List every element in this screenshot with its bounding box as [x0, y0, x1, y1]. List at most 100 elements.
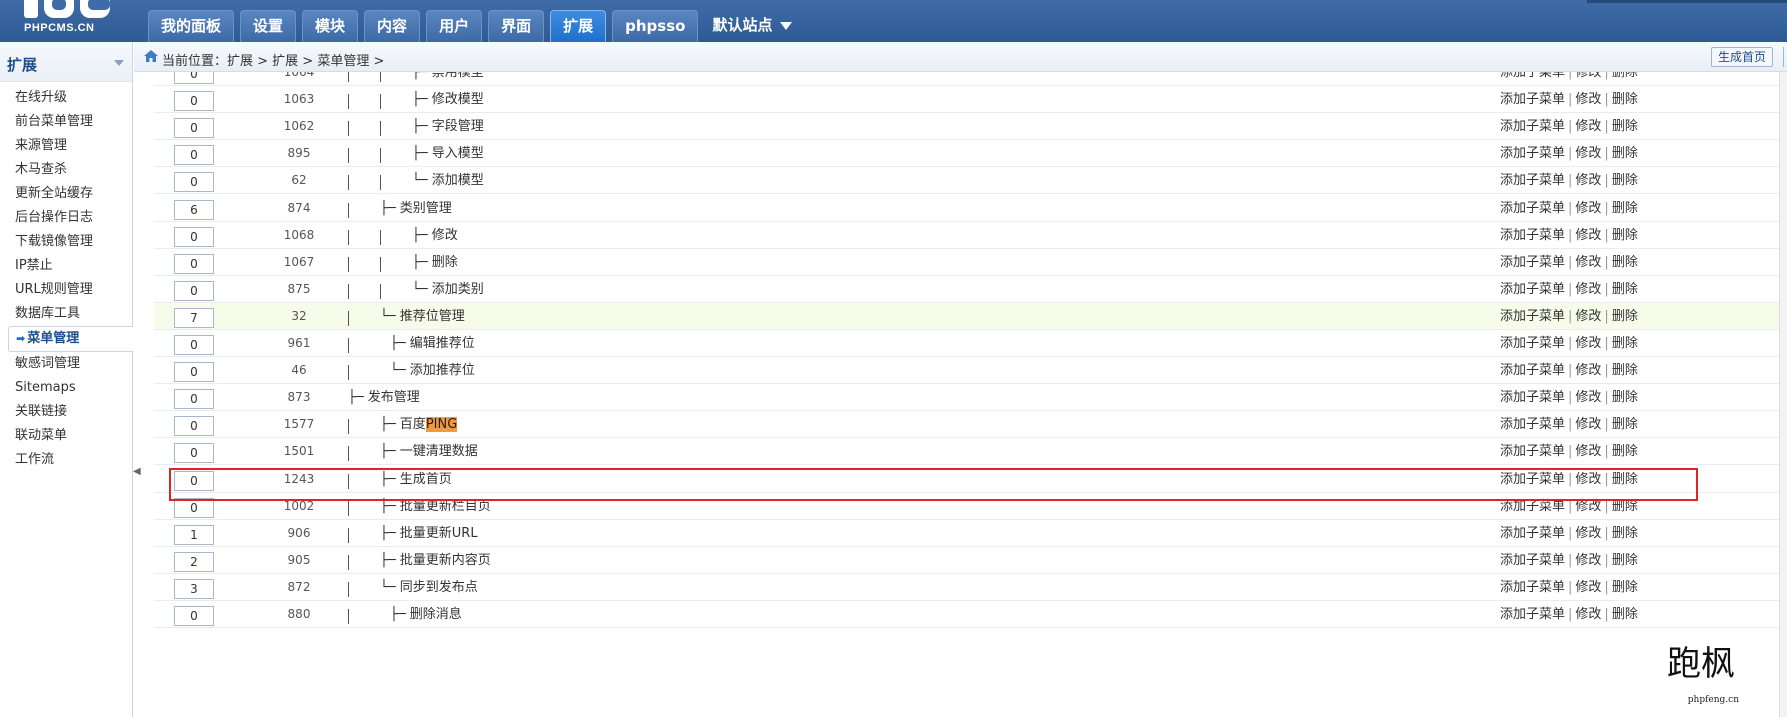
- edit-link[interactable]: 修改: [1575, 173, 1601, 188]
- add-submenu-link[interactable]: 添加子菜单: [1500, 417, 1565, 432]
- listorder-input[interactable]: 0: [174, 118, 214, 139]
- sidebar-item-database-tools[interactable]: 数据库工具: [0, 302, 132, 326]
- edit-link[interactable]: 修改: [1575, 92, 1601, 107]
- generate-home-button[interactable]: 生成首页: [1710, 47, 1773, 67]
- sidebar-item-front-menu[interactable]: 前台菜单管理: [0, 110, 132, 134]
- tab-users[interactable]: 用户: [426, 10, 483, 42]
- delete-link[interactable]: 删除: [1612, 553, 1638, 568]
- sidebar-item-source[interactable]: 来源管理: [0, 134, 132, 158]
- add-submenu-link[interactable]: 添加子菜单: [1500, 444, 1565, 459]
- tab-interface[interactable]: 界面: [488, 10, 545, 42]
- listorder-input[interactable]: 3: [174, 578, 214, 599]
- listorder-input[interactable]: 0: [174, 606, 214, 626]
- delete-link[interactable]: 删除: [1612, 119, 1638, 134]
- add-submenu-link[interactable]: 添加子菜单: [1500, 201, 1565, 216]
- sidebar-item-online-upgrade[interactable]: 在线升级: [0, 86, 132, 110]
- add-submenu-link[interactable]: 添加子菜单: [1500, 173, 1565, 188]
- delete-link[interactable]: 删除: [1612, 146, 1638, 161]
- sidebar-item-url-rules[interactable]: URL规则管理: [0, 278, 132, 302]
- delete-link[interactable]: 删除: [1612, 390, 1638, 405]
- delete-link[interactable]: 删除: [1612, 255, 1638, 270]
- add-submenu-link[interactable]: 添加子菜单: [1500, 309, 1565, 324]
- delete-link[interactable]: 删除: [1612, 282, 1638, 297]
- listorder-input[interactable]: 2: [174, 551, 214, 572]
- tab-my-panel[interactable]: 我的面板: [148, 10, 235, 42]
- edit-link[interactable]: 修改: [1575, 607, 1601, 622]
- listorder-input[interactable]: 0: [174, 416, 214, 437]
- delete-link[interactable]: 删除: [1612, 173, 1638, 188]
- add-submenu-link[interactable]: 添加子菜单: [1500, 282, 1565, 297]
- sidebar-item-linkage[interactable]: 联动菜单: [0, 424, 132, 448]
- site-selector[interactable]: 默认站点: [704, 10, 799, 42]
- sidebar-item-update-cache[interactable]: 更新全站缓存: [0, 182, 132, 206]
- edit-link[interactable]: 修改: [1575, 228, 1601, 243]
- listorder-input[interactable]: 0: [174, 253, 214, 274]
- delete-link[interactable]: 删除: [1612, 526, 1638, 541]
- vertical-scrollbar[interactable]: [1779, 72, 1787, 717]
- edit-link[interactable]: 修改: [1575, 444, 1601, 459]
- edit-link[interactable]: 修改: [1575, 336, 1601, 351]
- tab-extensions[interactable]: 扩展: [550, 10, 607, 42]
- logo[interactable]: PHPCMS.CN: [20, 0, 116, 40]
- delete-link[interactable]: 删除: [1612, 336, 1638, 351]
- add-submenu-link[interactable]: 添加子菜单: [1500, 607, 1565, 622]
- listorder-input[interactable]: 7: [174, 307, 214, 328]
- listorder-input[interactable]: 0: [174, 145, 214, 166]
- sidebar-item-trojan-scan[interactable]: 木马查杀: [0, 158, 132, 182]
- collapse-caret-icon[interactable]: [114, 60, 124, 66]
- add-submenu-link[interactable]: 添加子菜单: [1500, 336, 1565, 351]
- listorder-input[interactable]: 0: [174, 280, 214, 301]
- delete-link[interactable]: 删除: [1612, 92, 1638, 107]
- add-submenu-link[interactable]: 添加子菜单: [1500, 390, 1565, 405]
- listorder-input[interactable]: 0: [174, 362, 214, 383]
- edit-link[interactable]: 修改: [1575, 72, 1601, 80]
- delete-link[interactable]: 删除: [1612, 72, 1638, 80]
- edit-link[interactable]: 修改: [1575, 526, 1601, 541]
- edit-link[interactable]: 修改: [1575, 282, 1601, 297]
- edit-link[interactable]: 修改: [1575, 255, 1601, 270]
- add-submenu-link[interactable]: 添加子菜单: [1500, 119, 1565, 134]
- listorder-input[interactable]: 1: [174, 524, 214, 545]
- add-submenu-link[interactable]: 添加子菜单: [1500, 580, 1565, 595]
- delete-link[interactable]: 删除: [1612, 201, 1638, 216]
- add-submenu-link[interactable]: 添加子菜单: [1500, 92, 1565, 107]
- sidebar-item-sitemaps[interactable]: Sitemaps: [0, 376, 132, 400]
- tab-modules[interactable]: 模块: [302, 10, 359, 42]
- delete-link[interactable]: 删除: [1612, 309, 1638, 324]
- sidebar-item-badword[interactable]: 敏感词管理: [0, 352, 132, 376]
- delete-link[interactable]: 删除: [1612, 363, 1638, 378]
- edit-link[interactable]: 修改: [1575, 309, 1601, 324]
- sidebar-item-ip-ban[interactable]: IP禁止: [0, 254, 132, 278]
- sidebar-item-keylink[interactable]: 关联链接: [0, 400, 132, 424]
- tab-content[interactable]: 内容: [364, 10, 421, 42]
- sidebar-item-download-mirror[interactable]: 下载镜像管理: [0, 230, 132, 254]
- listorder-input[interactable]: 0: [174, 443, 214, 464]
- listorder-input[interactable]: 0: [174, 172, 214, 193]
- edit-link[interactable]: 修改: [1575, 417, 1601, 432]
- tab-phpsso[interactable]: phpsso: [612, 10, 699, 42]
- sidebar-title[interactable]: 扩展: [0, 42, 132, 82]
- add-submenu-link[interactable]: 添加子菜单: [1500, 526, 1565, 541]
- add-submenu-link[interactable]: 添加子菜单: [1500, 553, 1565, 568]
- delete-link[interactable]: 删除: [1612, 607, 1638, 622]
- edit-link[interactable]: 修改: [1575, 580, 1601, 595]
- add-submenu-link[interactable]: 添加子菜单: [1500, 255, 1565, 270]
- edit-link[interactable]: 修改: [1575, 119, 1601, 134]
- listorder-input[interactable]: 0: [174, 72, 214, 84]
- listorder-input[interactable]: 0: [174, 389, 214, 410]
- delete-link[interactable]: 删除: [1612, 444, 1638, 459]
- edit-link[interactable]: 修改: [1575, 363, 1601, 378]
- edit-link[interactable]: 修改: [1575, 553, 1601, 568]
- delete-link[interactable]: 删除: [1612, 228, 1638, 243]
- tab-settings[interactable]: 设置: [240, 10, 297, 42]
- listorder-input[interactable]: 6: [174, 199, 214, 220]
- add-submenu-link[interactable]: 添加子菜单: [1500, 72, 1565, 80]
- edit-link[interactable]: 修改: [1575, 390, 1601, 405]
- listorder-input[interactable]: 0: [174, 335, 214, 355]
- sidebar-item-admin-log[interactable]: 后台操作日志: [0, 206, 132, 230]
- listorder-input[interactable]: 0: [174, 91, 214, 112]
- listorder-input[interactable]: 0: [174, 226, 214, 247]
- delete-link[interactable]: 删除: [1612, 417, 1638, 432]
- add-submenu-link[interactable]: 添加子菜单: [1500, 146, 1565, 161]
- add-submenu-link[interactable]: 添加子菜单: [1500, 228, 1565, 243]
